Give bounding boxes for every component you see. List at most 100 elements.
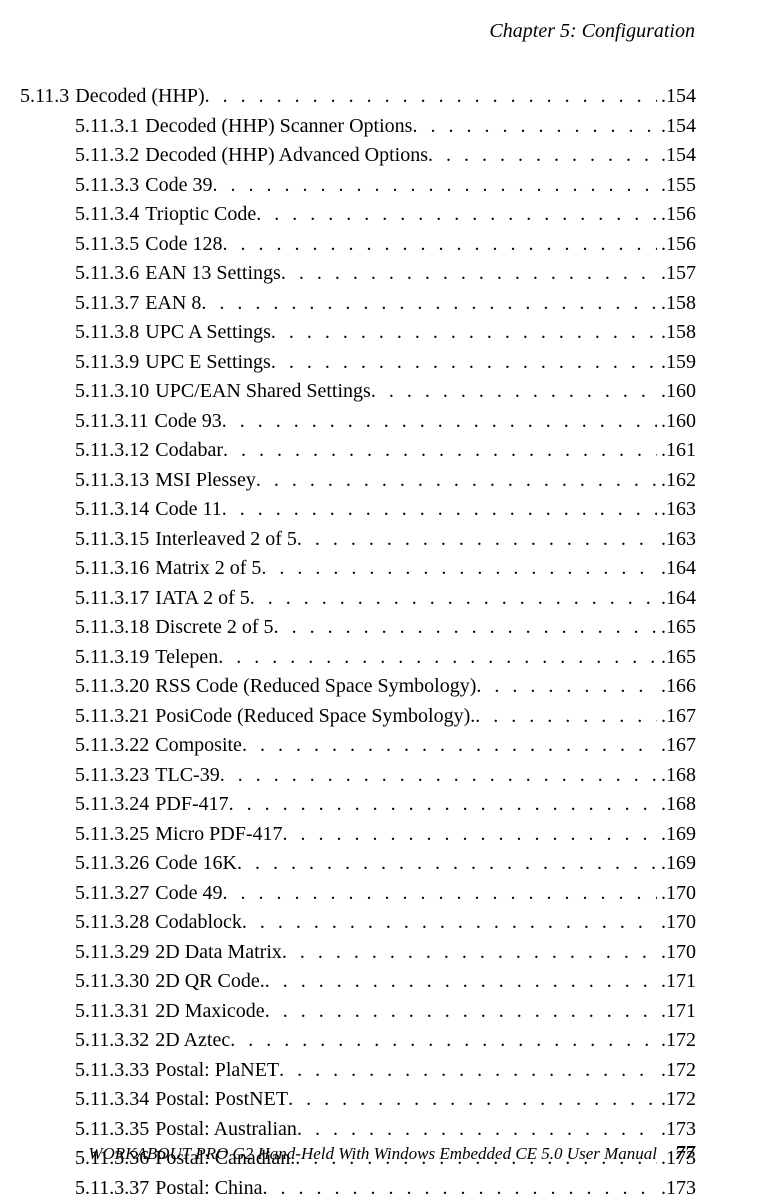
toc-entry: 5.11.3.28 Codablock.170 (75, 909, 720, 936)
toc-entry-number: 5.11.3.25 (75, 821, 149, 848)
toc-leader-dots (201, 290, 657, 317)
toc-entry: 5.11.3.33 Postal: PlaNET .172 (75, 1057, 720, 1084)
toc-entry: 5.11.3.16 Matrix 2 of 5.164 (75, 555, 720, 582)
toc-entry-number: 5.11.3.27 (75, 880, 149, 907)
toc-entry-title: Code 49 (155, 880, 222, 907)
toc-entry: 5.11.3.19 Telepen.165 (75, 644, 720, 671)
toc-entry-number: 5.11.3.11 (75, 408, 149, 435)
toc-entry-number: 5.11.3.34 (75, 1086, 149, 1113)
toc-leader-dots (223, 437, 657, 464)
toc-entry: 5.11.3.27 Code 49 .170 (75, 880, 720, 907)
toc-entry-page: .163 (661, 496, 720, 523)
toc-leader-dots (274, 614, 657, 641)
toc-entry-title: Postal: China (155, 1175, 262, 1202)
toc-entry: 5.11.3.29 2D Data Matrix.170 (75, 939, 720, 966)
toc-entry: 5.11.3.37 Postal: China.173 (75, 1175, 720, 1202)
toc-entry-page: .161 (661, 437, 720, 464)
toc-entry: 5.11.3.20 RSS Code (Reduced Space Symbol… (75, 673, 720, 700)
toc-entry-title: TLC-39 (155, 762, 219, 789)
toc-leader-dots (297, 1116, 657, 1143)
toc-entry-title: Decoded (HHP) Scanner Options (145, 113, 412, 140)
toc-entry-page: .172 (661, 1057, 720, 1084)
toc-entry-number: 5.11.3.33 (75, 1057, 149, 1084)
toc-entry-number: 5.11.3 (20, 83, 69, 110)
toc-entry-title: MSI Plessey (155, 467, 256, 494)
toc-entry-number: 5.11.3.26 (75, 850, 149, 877)
toc-entry: 5.11.3.14 Code 11 .163 (75, 496, 720, 523)
toc-entry: 5.11.3.7 EAN 8 .158 (75, 290, 720, 317)
toc-leader-dots (256, 467, 657, 494)
toc-entry-page: .154 (661, 142, 720, 169)
toc-entry-title: EAN 8 (145, 290, 201, 317)
toc-entry-number: 5.11.3.14 (75, 496, 149, 523)
toc-entry-title: Codabar (155, 437, 223, 464)
toc-entry-page: .167 (661, 703, 720, 730)
toc-entry-title: Postal: PlaNET (155, 1057, 279, 1084)
toc-entry-title: Codablock (155, 909, 242, 936)
toc-entry-number: 5.11.3.4 (75, 201, 139, 228)
toc-leader-dots (263, 1175, 658, 1202)
toc-entry: 5.11.3.32 2D Aztec.172 (75, 1027, 720, 1054)
toc-entry: 5.11.3.21 PosiCode (Reduced Space Symbol… (75, 703, 720, 730)
toc-entry: 5.11.3 Decoded (HHP).154 (20, 83, 720, 110)
toc-entry-title: Decoded (HHP) Advanced Options (145, 142, 428, 169)
toc-entry: 5.11.3.3 Code 39.155 (75, 172, 720, 199)
toc-entry-page: .171 (661, 968, 720, 995)
toc-leader-dots (222, 880, 657, 907)
toc-entry-title: Discrete 2 of 5 (155, 614, 273, 641)
toc-entry-number: 5.11.3.18 (75, 614, 149, 641)
toc-leader-dots (218, 644, 657, 671)
toc-entry-page: .170 (661, 880, 720, 907)
toc-entry-title: Composite (155, 732, 242, 759)
toc-leader-dots (222, 408, 657, 435)
toc-entry-title: PDF-417 (155, 791, 228, 818)
toc-entry-number: 5.11.3.6 (75, 260, 139, 287)
toc-entry-page: .164 (661, 585, 720, 612)
toc-entry: 5.11.3.25 Micro PDF-417.169 (75, 821, 720, 848)
toc-leader-dots (212, 172, 657, 199)
toc-leader-dots (279, 1057, 657, 1084)
toc-entry-title: Code 93 (155, 408, 222, 435)
toc-entry-page: .169 (661, 821, 720, 848)
toc-entry: 5.11.3.22 Composite.167 (75, 732, 720, 759)
toc-entry-number: 5.11.3.19 (75, 644, 149, 671)
toc-entry: 5.11.3.2 Decoded (HHP) Advanced Options.… (75, 142, 720, 169)
toc-leader-dots (265, 998, 657, 1025)
toc-entry-title: Code 11 (155, 496, 221, 523)
toc-entry: 5.11.3.1 Decoded (HHP) Scanner Options.1… (75, 113, 720, 140)
toc-leader-dots (412, 113, 657, 140)
toc-entry: 5.11.3.13 MSI Plessey.162 (75, 467, 720, 494)
toc-entry-title: Postal: PostNET (155, 1086, 288, 1113)
document-page: Chapter 5: Configuration 5.11.3 Decoded … (0, 0, 760, 1193)
toc-entry: 5.11.3.5 Code 128.156 (75, 231, 720, 258)
toc-leader-dots (271, 319, 657, 346)
toc-entry-page: .160 (661, 378, 720, 405)
toc-leader-dots (476, 673, 657, 700)
toc-entry-number: 5.11.3.22 (75, 732, 149, 759)
toc-entry-page: .158 (661, 290, 720, 317)
toc-entry: 5.11.3.4 Trioptic Code.156 (75, 201, 720, 228)
page-footer: WORKABOUT PRO G2 Hand-Held With Windows … (20, 1142, 720, 1165)
toc-entry-page: .155 (661, 172, 720, 199)
toc-leader-dots (242, 732, 657, 759)
toc-entry-title: UPC A Settings (145, 319, 271, 346)
toc-entry-title: Telepen (155, 644, 218, 671)
chapter-header: Chapter 5: Configuration (20, 20, 720, 43)
toc-entry-number: 5.11.3.12 (75, 437, 149, 464)
toc-entry: 5.11.3.11 Code 93.160 (75, 408, 720, 435)
toc-entry-title: RSS Code (Reduced Space Symbology) (155, 673, 476, 700)
toc-entry-number: 5.11.3.17 (75, 585, 149, 612)
toc-entry: 5.11.3.30 2D QR Code..171 (75, 968, 720, 995)
toc-entry: 5.11.3.6 EAN 13 Settings.157 (75, 260, 720, 287)
toc-entry: 5.11.3.12 Codabar .161 (75, 437, 720, 464)
toc-entry-title: 2D Maxicode (155, 998, 264, 1025)
toc-entry-page: .173 (661, 1175, 720, 1202)
toc-entry-title: Decoded (HHP) (75, 83, 204, 110)
toc-entry-title: Code 128 (145, 231, 222, 258)
toc-leader-dots (230, 1027, 657, 1054)
toc-leader-dots (282, 939, 657, 966)
toc-entry-number: 5.11.3.7 (75, 290, 139, 317)
table-of-contents: 5.11.3 Decoded (HHP).1545.11.3.1 Decoded… (20, 83, 720, 1202)
toc-entry: 5.11.3.31 2D Maxicode.171 (75, 998, 720, 1025)
toc-leader-dots (222, 231, 657, 258)
